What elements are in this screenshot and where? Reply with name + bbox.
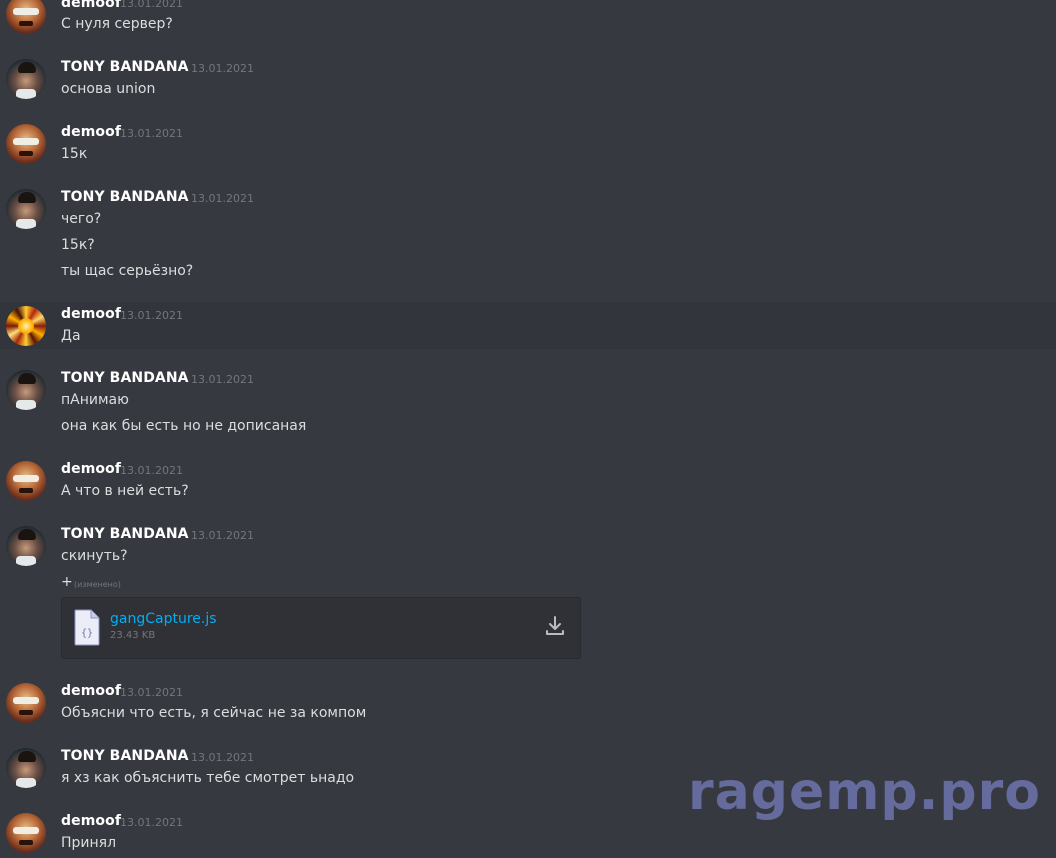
download-icon[interactable] (544, 615, 566, 637)
username[interactable]: demoof (61, 124, 121, 140)
username[interactable]: TONY BANDANA (61, 526, 189, 542)
svg-text:{}: {} (81, 628, 93, 639)
file-name-link[interactable]: gangCapture.js (110, 611, 217, 627)
message-text: скинуть? (61, 548, 128, 564)
username[interactable]: TONY BANDANA (61, 189, 189, 205)
message-text: Да (61, 328, 81, 344)
timestamp: 13.01.2021 (191, 62, 254, 75)
message-group: demoof 13.01.2021 Да (0, 302, 1056, 349)
username[interactable]: demoof (61, 813, 121, 829)
timestamp: 13.01.2021 (120, 309, 183, 322)
username[interactable]: demoof (61, 0, 121, 11)
message-text: А что в ней есть? (61, 483, 189, 499)
username[interactable]: demoof (61, 683, 121, 699)
timestamp: 13.01.2021 (120, 686, 183, 699)
message-text: Принял (61, 835, 117, 851)
file-size: 23.43 KB (110, 630, 156, 641)
avatar[interactable] (6, 813, 46, 853)
timestamp: 13.01.2021 (191, 529, 254, 542)
username[interactable]: demoof (61, 461, 121, 477)
avatar[interactable] (6, 683, 46, 723)
username[interactable]: TONY BANDANA (61, 748, 189, 764)
avatar[interactable] (6, 189, 46, 229)
file-attachment[interactable]: {} gangCapture.js 23.43 KB (61, 597, 581, 659)
avatar[interactable] (6, 370, 46, 410)
avatar[interactable] (6, 748, 46, 788)
message-text: пАнимаю (61, 392, 129, 408)
username[interactable]: TONY BANDANA (61, 59, 189, 75)
message-group: demoof 13.01.2021 С нуля сервер? (0, 0, 1056, 40)
message-group: TONY BANDANA 13.01.2021 чего? 15к? ты ща… (0, 184, 1056, 284)
message-text: С нуля сервер? (61, 16, 173, 32)
username[interactable]: TONY BANDANA (61, 370, 189, 386)
timestamp: 13.01.2021 (191, 751, 254, 764)
timestamp: 13.01.2021 (120, 816, 183, 829)
file-code-icon: {} (74, 609, 100, 646)
message-text: чего? (61, 211, 102, 227)
message-text: + (61, 574, 73, 590)
message-group: TONY BANDANA 13.01.2021 основа union (0, 55, 1056, 105)
watermark: ragemp.pro (688, 762, 1041, 822)
message-group: demoof 13.01.2021 Объясни что есть, я се… (0, 679, 1056, 729)
message-text: Объясни что есть, я сейчас не за компом (61, 705, 367, 721)
message-group: demoof 13.01.2021 15к (0, 120, 1056, 170)
avatar[interactable] (6, 59, 46, 99)
timestamp: 13.01.2021 (191, 192, 254, 205)
avatar[interactable] (6, 306, 46, 346)
edited-label: (изменено) (74, 580, 121, 589)
avatar[interactable] (6, 461, 46, 501)
message-text: я хз как объяснить тебе смотрет ьнадо (61, 770, 355, 786)
message-group: demoof 13.01.2021 А что в ней есть? (0, 457, 1056, 507)
username[interactable]: demoof (61, 306, 121, 322)
message-group: TONY BANDANA 13.01.2021 пАнимаю она как … (0, 366, 1056, 441)
message-text: она как бы есть но не дописаная (61, 418, 307, 434)
timestamp: 13.01.2021 (120, 0, 183, 10)
timestamp: 13.01.2021 (191, 373, 254, 386)
message-text: ты щас серьёзно? (61, 263, 194, 279)
avatar[interactable] (6, 526, 46, 566)
message-text: 15к? (61, 237, 95, 253)
timestamp: 13.01.2021 (120, 127, 183, 140)
message-text: 15к (61, 146, 88, 162)
message-text: основа union (61, 81, 156, 97)
avatar[interactable] (6, 124, 46, 164)
timestamp: 13.01.2021 (120, 464, 183, 477)
avatar[interactable] (6, 0, 46, 34)
